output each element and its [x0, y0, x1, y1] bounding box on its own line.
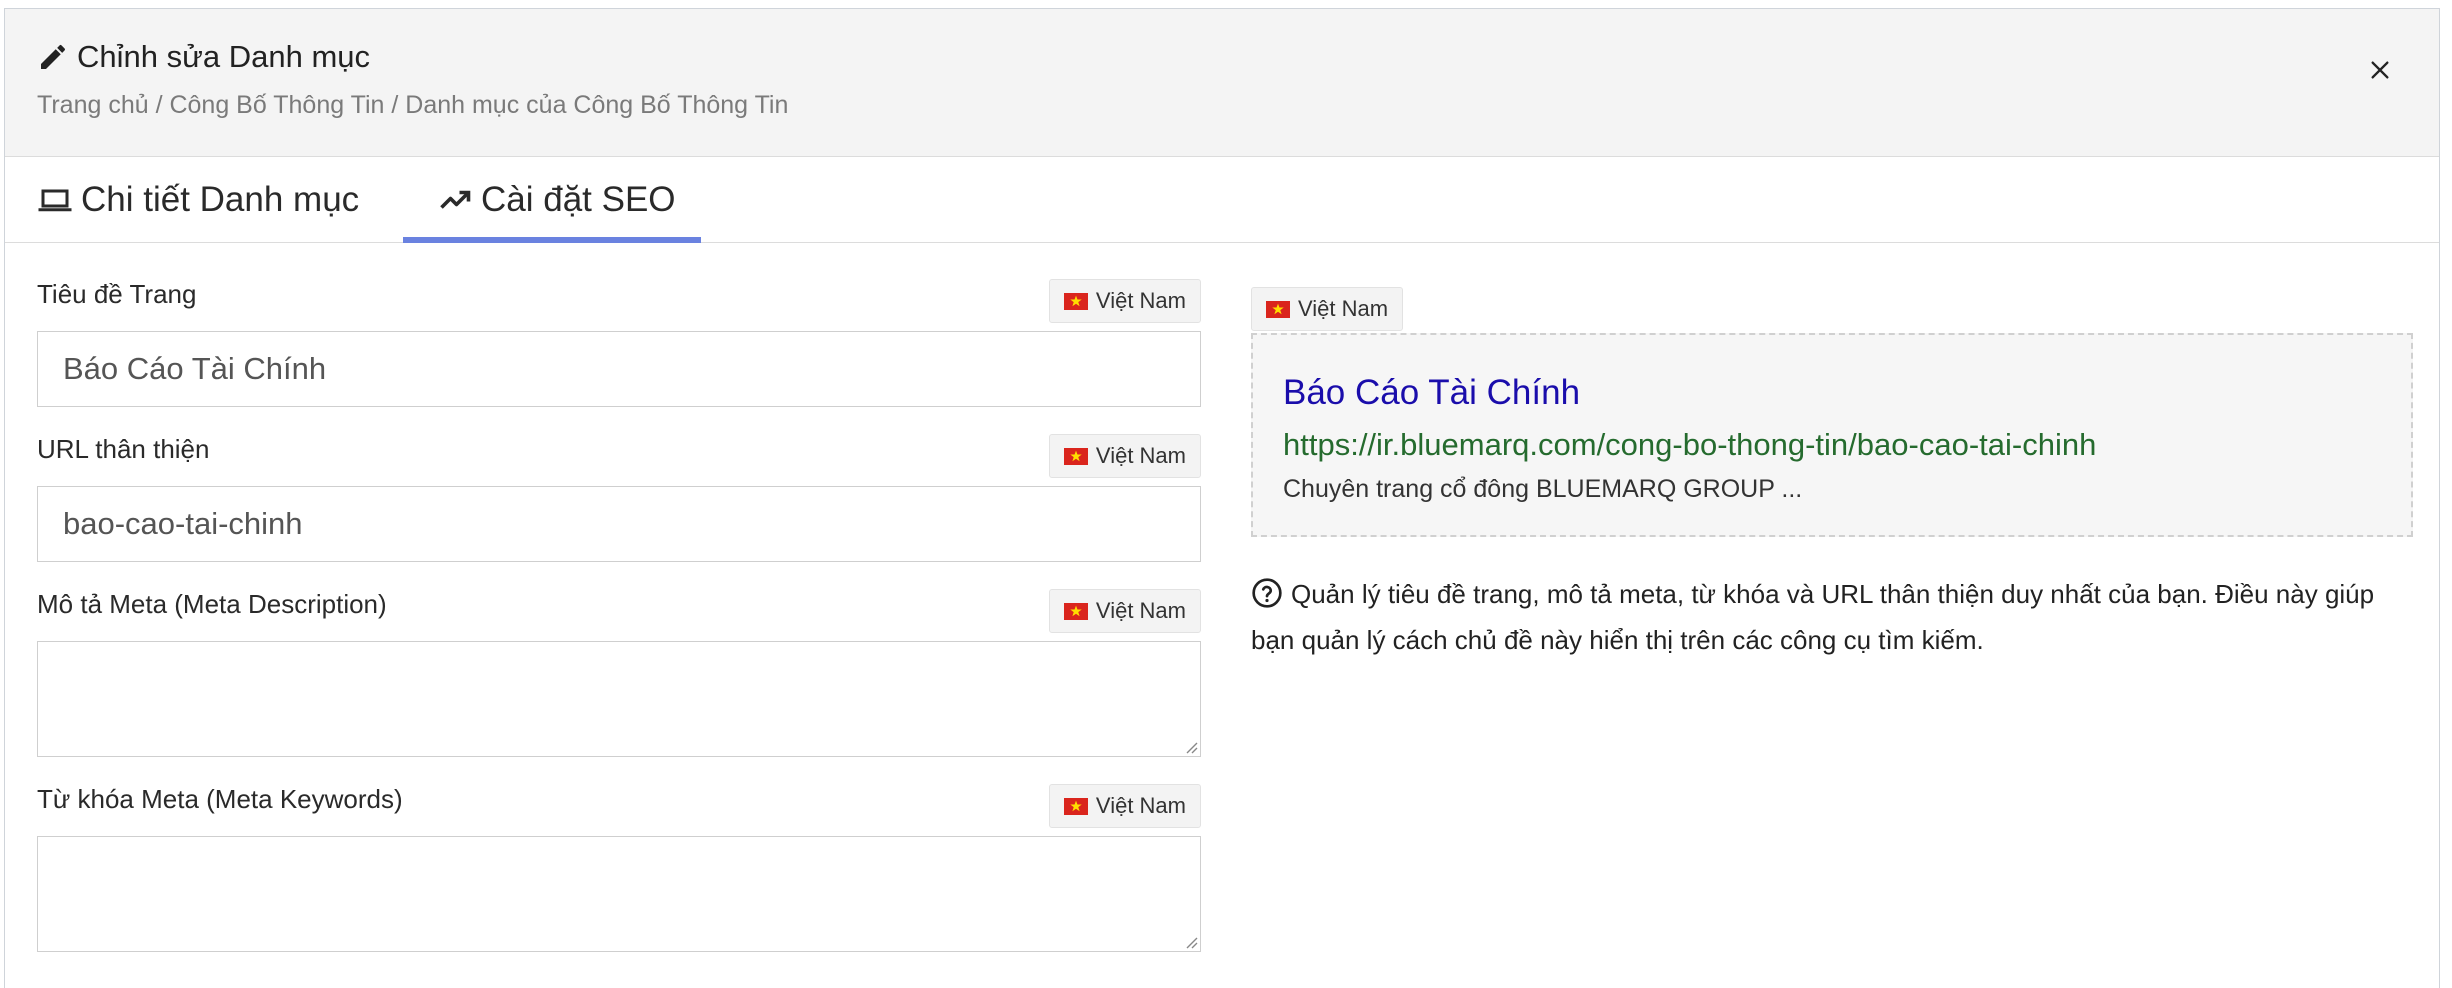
trending-up-icon [440, 190, 471, 209]
help-text: Quản lý tiêu đề trang, mô tả meta, từ kh… [1251, 579, 2375, 655]
language-label: Việt Nam [1095, 598, 1186, 623]
field-label: Từ khóa Meta (Meta Keywords) [37, 784, 403, 814]
preview-language-selector[interactable]: Việt Nam [1251, 287, 1404, 331]
tab-bar: Chi tiết Danh mục Cài đặt SEO [5, 157, 2439, 243]
modal-title-row: Chỉnh sửa Danh mục [37, 39, 370, 75]
preview-url: https://ir.bluemarq.com/cong-bo-thong-ti… [1283, 427, 2097, 462]
vietnam-flag-icon [1063, 602, 1088, 620]
page-title-field: Tiêu đề Trang Việt Nam Báo Cáo Tài Chính [37, 279, 1201, 407]
vietnam-flag-icon [1063, 447, 1088, 465]
resize-handle-icon[interactable] [1182, 933, 1198, 949]
tab-seo-settings[interactable]: Cài đặt SEO [437, 157, 676, 243]
language-selector[interactable]: Việt Nam [1048, 589, 1201, 633]
tab-category-details[interactable]: Chi tiết Danh mục [37, 157, 359, 243]
close-icon [2371, 61, 2389, 79]
language-label: Việt Nam [1095, 443, 1186, 468]
laptop-icon [38, 189, 72, 212]
tab-label: Chi tiết Danh mục [81, 180, 360, 219]
breadcrumb: Trang chủ / Công Bố Thông Tin / Danh mục… [37, 91, 789, 119]
meta-description-textarea[interactable] [37, 641, 1201, 757]
language-label: Việt Nam [1095, 793, 1186, 818]
help-circle-icon [1252, 578, 1282, 608]
vietnam-flag-icon [1266, 300, 1290, 318]
modal-header: Chỉnh sửa Danh mục Trang chủ / Công Bố T… [5, 9, 2439, 157]
page-title-input[interactable]: Báo Cáo Tài Chính [37, 331, 1201, 407]
meta-keywords-textarea[interactable] [37, 836, 1201, 952]
field-label: Mô tả Meta (Meta Description) [37, 589, 387, 619]
meta-description-field: Mô tả Meta (Meta Description) Việt Nam [37, 589, 1201, 759]
tab-label: Cài đặt SEO [481, 180, 676, 219]
resize-handle-icon[interactable] [1182, 738, 1198, 754]
friendly-url-field: URL thân thiện Việt Nam bao-cao-tai-chin… [37, 434, 1201, 562]
search-result-preview: Báo Cáo Tài Chính https://ir.bluemarq.co… [1251, 333, 2413, 537]
language-selector[interactable]: Việt Nam [1048, 784, 1201, 828]
edit-category-modal: Chỉnh sửa Danh mục Trang chủ / Công Bố T… [4, 8, 2440, 988]
field-label: Tiêu đề Trang [37, 279, 197, 309]
language-label: Việt Nam [1298, 296, 1389, 321]
language-label: Việt Nam [1095, 288, 1186, 313]
preview-description: Chuyên trang cổ đông BLUEMARQ GROUP ... [1283, 475, 1803, 503]
meta-keywords-field: Từ khóa Meta (Meta Keywords) Việt Nam [37, 784, 1201, 954]
page-title: Chỉnh sửa Danh mục [77, 39, 371, 74]
field-label: URL thân thiện [37, 434, 210, 464]
pencil-icon [41, 44, 66, 69]
language-selector[interactable]: Việt Nam [1048, 279, 1201, 323]
vietnam-flag-icon [1063, 797, 1088, 815]
close-button[interactable] [2365, 55, 2395, 85]
active-tab-indicator [403, 237, 701, 243]
friendly-url-input[interactable]: bao-cao-tai-chinh [37, 486, 1201, 562]
vietnam-flag-icon [1063, 292, 1088, 310]
preview-title: Báo Cáo Tài Chính [1283, 373, 1581, 412]
language-selector[interactable]: Việt Nam [1048, 434, 1201, 478]
seo-help-text: Quản lý tiêu đề trang, mô tả meta, từ kh… [1251, 571, 2415, 663]
